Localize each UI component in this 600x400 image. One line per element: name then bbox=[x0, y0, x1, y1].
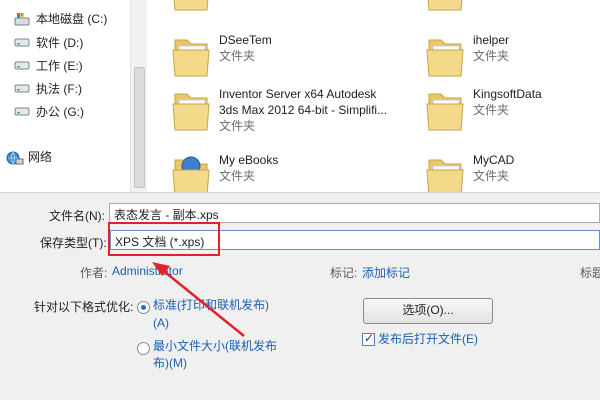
file-name: My eBooks bbox=[219, 153, 279, 167]
navigation-pane: 本地磁盘 (C:) 软件 (D:) 工作 (E:) 执法 (F:) 办公 (G:… bbox=[0, 0, 130, 192]
author-link[interactable]: Administrator bbox=[112, 264, 183, 278]
standard-option-shortcut[interactable]: (A) bbox=[153, 315, 169, 331]
minimum-size-option-shortcut[interactable]: 布)(M) bbox=[153, 355, 187, 371]
file-item-folder[interactable]: 文件夹 bbox=[169, 0, 255, 12]
file-name: Inventor Server x64 Autodesk 3ds Max 201… bbox=[219, 87, 388, 117]
filename-label: 文件名(N): bbox=[49, 209, 105, 223]
title-label: 标题 bbox=[580, 266, 600, 280]
standard-radio[interactable] bbox=[137, 301, 150, 314]
nav-item-label: 网络 bbox=[28, 149, 53, 164]
folder-icon bbox=[169, 86, 213, 132]
open-after-publish-label[interactable]: 发布后打开文件(E) bbox=[378, 331, 478, 347]
file-type: 文件夹 bbox=[473, 49, 510, 63]
hard-drive-icon bbox=[14, 36, 30, 48]
standard-option-label[interactable]: 标准(打印和联机发布) bbox=[153, 297, 269, 313]
options-button[interactable]: 选项(O)... bbox=[363, 298, 493, 324]
savetype-label: 保存类型(T): bbox=[40, 236, 107, 250]
folder-icon bbox=[169, 32, 213, 78]
folder-icon bbox=[423, 152, 467, 192]
file-type: 文件夹 bbox=[219, 169, 256, 183]
nav-item-label: 软件 (D:) bbox=[36, 35, 84, 50]
nav-item-label: 本地磁盘 (C:) bbox=[36, 11, 108, 26]
windows-drive-icon bbox=[14, 12, 30, 26]
author-label: 作者: bbox=[80, 266, 108, 280]
file-type: 文件夹 bbox=[219, 119, 256, 133]
file-type: 文件夹 bbox=[219, 49, 256, 63]
file-item-folder[interactable]: ihelper 文件夹 bbox=[423, 32, 509, 78]
nav-item-drive-e[interactable]: 工作 (E:) bbox=[14, 55, 83, 75]
file-item-folder[interactable]: My eBooks 文件夹 bbox=[169, 152, 278, 192]
folder-icon bbox=[423, 86, 467, 132]
file-item-folder[interactable]: KingsoftData 文件夹 bbox=[423, 86, 542, 132]
nav-item-label: 执法 (F:) bbox=[36, 81, 82, 96]
annotation-highlight-box bbox=[108, 222, 220, 256]
minimum-size-option-label[interactable]: 最小文件大小(联机发布 bbox=[153, 338, 277, 354]
file-name: KingsoftData bbox=[473, 87, 542, 101]
file-item-folder[interactable]: DSeeTem 文件夹 bbox=[169, 32, 272, 78]
folder-icon bbox=[423, 32, 467, 78]
scrollbar-thumb[interactable] bbox=[134, 67, 145, 188]
hard-drive-icon bbox=[14, 59, 30, 71]
optimize-label: 针对以下格式优化: bbox=[34, 300, 134, 314]
nav-item-label: 办公 (G:) bbox=[36, 104, 84, 119]
hard-drive-icon bbox=[14, 105, 30, 117]
network-icon bbox=[6, 150, 24, 165]
nav-item-drive-f[interactable]: 执法 (F:) bbox=[14, 78, 82, 98]
file-name: MyCAD bbox=[473, 153, 515, 167]
nav-item-network[interactable]: 网络 bbox=[6, 146, 52, 166]
file-type: 文件夹 bbox=[473, 169, 510, 183]
nav-item-drive-g[interactable]: 办公 (G:) bbox=[14, 101, 84, 121]
file-name: ihelper bbox=[473, 33, 510, 47]
file-item-folder[interactable]: 文件夹 bbox=[423, 0, 509, 12]
filename-input[interactable]: 表态发言 - 副本.xps bbox=[109, 203, 600, 223]
ebook-folder-icon bbox=[169, 152, 213, 192]
nav-scrollbar[interactable] bbox=[130, 0, 147, 192]
nav-item-label: 工作 (E:) bbox=[36, 58, 83, 73]
folder-icon bbox=[423, 0, 467, 12]
folder-icon bbox=[169, 0, 213, 12]
minimum-size-radio[interactable] bbox=[137, 342, 150, 355]
open-after-publish-checkbox[interactable] bbox=[362, 331, 375, 346]
file-item-folder[interactable]: Inventor Server x64 Autodesk 3ds Max 201… bbox=[169, 86, 387, 134]
tags-label: 标记: bbox=[330, 266, 358, 280]
nav-item-drive-d[interactable]: 软件 (D:) bbox=[14, 32, 83, 52]
file-item-folder[interactable]: MyCAD 文件夹 bbox=[423, 152, 514, 192]
file-list: 文件夹 文件夹 DSeeTem 文件夹 ihelper 文件夹 bbox=[147, 0, 600, 192]
hard-drive-icon bbox=[14, 82, 30, 94]
add-tag-link[interactable]: 添加标记 bbox=[362, 264, 410, 281]
file-type: 文件夹 bbox=[473, 103, 510, 117]
file-name: DSeeTem bbox=[219, 33, 272, 47]
nav-item-drive-c[interactable]: 本地磁盘 (C:) bbox=[14, 8, 107, 28]
